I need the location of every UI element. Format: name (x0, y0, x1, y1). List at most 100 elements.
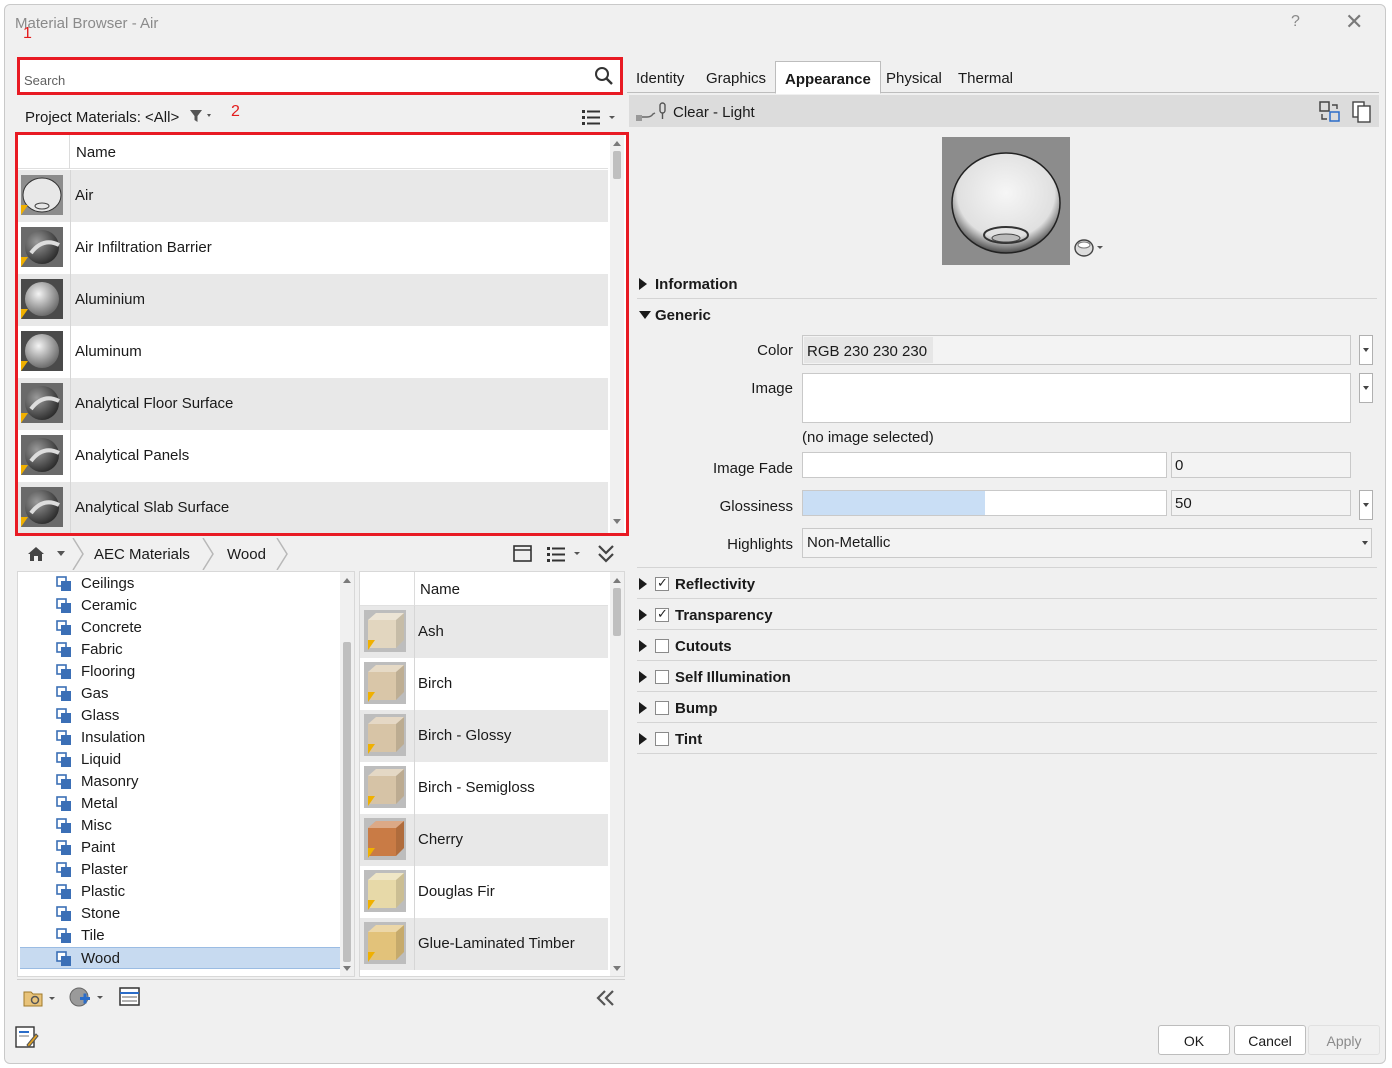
tree-item-liquid[interactable]: Liquid (20, 749, 342, 771)
tree-item-stone[interactable]: Stone (20, 903, 342, 925)
help-button[interactable]: ? (1291, 13, 1300, 31)
library-material-row[interactable]: Douglas Fir (360, 866, 608, 918)
library-material-row[interactable]: Ash (360, 606, 608, 658)
asset-editor-icon[interactable] (119, 987, 141, 1007)
duplicate-asset-icon[interactable] (1351, 101, 1373, 123)
glossiness-dropdown-button[interactable] (1359, 490, 1373, 520)
close-button[interactable]: ✕ (1345, 11, 1363, 33)
tint-checkbox[interactable] (655, 732, 669, 746)
breadcrumb-aec-materials[interactable]: AEC Materials (94, 546, 190, 563)
tree-item-ceramic[interactable]: Ceramic (20, 595, 342, 617)
material-row[interactable]: Analytical Slab Surface (18, 482, 608, 533)
material-row[interactable]: Air Infiltration Barrier (18, 222, 608, 274)
library-material-row[interactable]: Birch (360, 658, 608, 710)
panel-layout-icon[interactable] (513, 544, 533, 564)
expand-arrow-icon[interactable] (639, 278, 647, 290)
library-material-row[interactable]: Glue-Laminated Timber (360, 918, 608, 970)
scroll-down-arrow-icon[interactable] (613, 519, 621, 524)
filter-icon[interactable] (189, 109, 219, 123)
tree-item-plaster[interactable]: Plaster (20, 859, 342, 881)
edit-material-icon[interactable] (15, 1025, 39, 1049)
scroll-thumb[interactable] (343, 642, 351, 962)
tree-item-glass[interactable]: Glass (20, 705, 342, 727)
reflectivity-section[interactable]: Reflectivity (637, 569, 1377, 599)
tree-item-insulation[interactable]: Insulation (20, 727, 342, 749)
tree-item-misc[interactable]: Misc (20, 815, 342, 837)
library-list-scrollbar[interactable] (610, 572, 624, 976)
information-section[interactable]: Information (637, 269, 1377, 299)
tab-graphics[interactable]: Graphics (706, 70, 766, 87)
tree-item-plastic[interactable]: Plastic (20, 881, 342, 903)
collapse-panel-icon[interactable] (595, 990, 617, 1006)
library-material-row[interactable]: Cherry (360, 814, 608, 866)
color-dropdown-button[interactable] (1359, 335, 1373, 365)
tree-item-masonry[interactable]: Masonry (20, 771, 342, 793)
tree-item-tile[interactable]: Tile (20, 925, 342, 947)
open-library-icon[interactable] (23, 988, 59, 1008)
image-slot[interactable] (802, 373, 1351, 423)
cutouts-section[interactable]: Cutouts (637, 631, 1377, 661)
glossiness-slider[interactable] (802, 490, 1167, 516)
scroll-down-arrow-icon[interactable] (613, 966, 621, 971)
apply-button[interactable]: Apply (1308, 1025, 1380, 1055)
material-row[interactable]: Air (18, 170, 608, 222)
bump-checkbox[interactable] (655, 701, 669, 715)
tree-item-paint[interactable]: Paint (20, 837, 342, 859)
image-fade-slider[interactable] (802, 452, 1167, 478)
color-field[interactable]: RGB 230 230 230 (802, 335, 1351, 365)
tree-item-gas[interactable]: Gas (20, 683, 342, 705)
scroll-thumb[interactable] (613, 588, 621, 636)
transparency-section[interactable]: Transparency (637, 600, 1377, 630)
bump-section[interactable]: Bump (637, 693, 1377, 723)
scroll-up-arrow-icon[interactable] (613, 578, 621, 583)
glossiness-value-field[interactable]: 50 (1171, 490, 1351, 516)
replace-asset-icon[interactable] (1319, 101, 1341, 123)
material-row[interactable]: Analytical Panels (18, 430, 608, 482)
list-view-icon[interactable] (582, 109, 618, 125)
material-row[interactable]: Analytical Floor Surface (18, 378, 608, 430)
tree-item-metal[interactable]: Metal (20, 793, 342, 815)
expand-arrow-icon[interactable] (639, 733, 647, 745)
expand-arrow-icon[interactable] (639, 671, 647, 683)
collapse-library-icon[interactable] (597, 544, 615, 564)
material-row[interactable]: Aluminum (18, 326, 608, 378)
name-column-header[interactable]: Name (420, 581, 460, 598)
cutouts-checkbox[interactable] (655, 639, 669, 653)
library-view-options-icon[interactable] (547, 546, 583, 562)
tree-item-fabric[interactable]: Fabric (20, 639, 342, 661)
self-illumination-section[interactable]: Self Illumination (637, 662, 1377, 692)
ok-button[interactable]: OK (1158, 1025, 1230, 1055)
material-row[interactable]: Aluminium (18, 274, 608, 326)
expand-arrow-icon[interactable] (639, 609, 647, 621)
image-fade-value-field[interactable]: 0 (1171, 452, 1351, 478)
expand-arrow-icon[interactable] (639, 578, 647, 590)
cancel-button[interactable]: Cancel (1234, 1025, 1306, 1055)
search-input[interactable] (22, 63, 592, 89)
home-icon[interactable] (27, 546, 67, 562)
name-column-header[interactable]: Name (76, 144, 116, 161)
self-illumination-checkbox[interactable] (655, 670, 669, 684)
tree-item-concrete[interactable]: Concrete (20, 617, 342, 639)
expand-arrow-icon[interactable] (639, 702, 647, 714)
library-material-row[interactable]: Birch - Glossy (360, 710, 608, 762)
transparency-checkbox[interactable] (655, 606, 669, 622)
breadcrumb-wood[interactable]: Wood (227, 546, 266, 563)
tab-appearance[interactable]: Appearance (775, 61, 881, 94)
library-material-row[interactable]: Birch - Semigloss (360, 762, 608, 814)
scroll-up-arrow-icon[interactable] (343, 578, 351, 583)
tint-section[interactable]: Tint (637, 724, 1377, 754)
project-list-scrollbar[interactable] (610, 135, 624, 533)
tab-thermal[interactable]: Thermal (958, 70, 1013, 87)
tree-scrollbar[interactable] (340, 572, 354, 976)
tab-identity[interactable]: Identity (636, 70, 684, 87)
create-material-icon[interactable] (69, 986, 109, 1008)
generic-section[interactable]: Generic (637, 300, 1377, 330)
scroll-up-arrow-icon[interactable] (613, 141, 621, 146)
tab-physical[interactable]: Physical (886, 70, 942, 87)
reflectivity-checkbox[interactable] (655, 575, 669, 591)
preview-options-icon[interactable] (1073, 235, 1113, 259)
tree-item-ceilings[interactable]: Ceilings (20, 573, 342, 595)
highlights-select[interactable]: Non-Metallic (802, 528, 1372, 558)
image-dropdown-button[interactable] (1359, 373, 1373, 403)
collapse-arrow-icon[interactable] (639, 311, 651, 319)
